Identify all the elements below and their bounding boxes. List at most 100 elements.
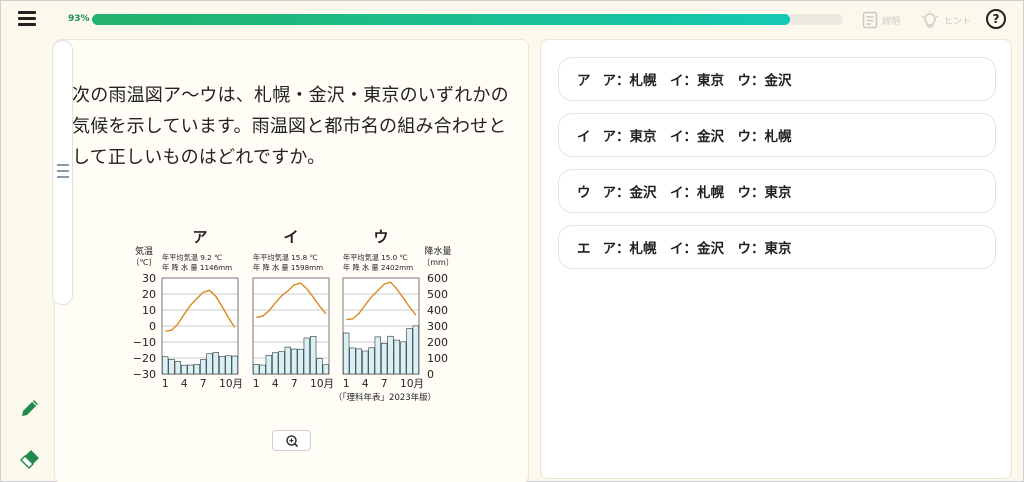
- precip-tick-label: 400: [427, 304, 448, 317]
- menu-icon[interactable]: [18, 11, 38, 27]
- temp-tick-label: −10: [133, 336, 156, 349]
- month-tick-label: 7: [291, 378, 298, 390]
- choice-b[interactable]: イ ア：東京 イ：金沢 ウ：札幌: [558, 113, 996, 157]
- progress-fill: [92, 14, 791, 25]
- precip-bar: [219, 356, 226, 375]
- chart-source: （「理科年表」2023年版）: [334, 392, 436, 403]
- precip-tick-label: 200: [427, 336, 448, 349]
- month-tick-label: 10月: [310, 378, 334, 390]
- precip-bar: [174, 361, 182, 375]
- climate-chart-figure: 気温 〔℃〕 降水量 〔mm〕 30 20 10 0 −10 −20 −30 600 500 400 300…: [130, 224, 460, 408]
- precip-bar: [206, 353, 213, 375]
- chart-caption-temp: 年平均気温 15.8 ℃: [253, 253, 318, 262]
- precip-bar: [355, 348, 362, 375]
- month-tick-label: 10月: [400, 378, 424, 390]
- chart-caption-precip: 年 降 水 量 2402mm: [343, 263, 413, 272]
- eraser-icon[interactable]: [18, 446, 42, 470]
- zoom-button[interactable]: [272, 430, 311, 451]
- temp-axis-title: 気温: [135, 245, 153, 257]
- precip-bar: [265, 354, 272, 375]
- choice-text: ア：札幌 イ：東京 ウ：金沢: [602, 73, 792, 89]
- scroll-grip-icon[interactable]: [57, 164, 69, 182]
- hint-label: ヒント: [944, 16, 972, 27]
- precip-bar: [393, 339, 401, 375]
- chart-title: イ: [283, 228, 298, 246]
- chart-caption-temp: 年平均気温 15.0 ℃: [343, 253, 408, 262]
- climate-charts: 気温〔℃〕降水量〔mm〕3020100−10−20−30600500400300…: [132, 228, 454, 403]
- document-icon: [862, 11, 878, 29]
- precip-bar: [180, 364, 188, 375]
- precip-bar: [412, 325, 420, 375]
- precip-bar: [310, 336, 317, 375]
- precip-bar: [278, 351, 285, 375]
- precip-axis-unit: 〔mm〕: [422, 258, 454, 267]
- precip-bar: [291, 348, 298, 375]
- temp-tick-label: 0: [149, 320, 156, 333]
- precip-bar: [303, 337, 310, 375]
- progress-bar: [92, 14, 843, 25]
- precip-bar: [297, 348, 304, 375]
- precip-bar: [368, 347, 375, 375]
- precip-bar: [193, 364, 201, 375]
- month-tick-label: 4: [362, 378, 369, 390]
- precip-tick-label: 300: [427, 320, 448, 333]
- precip-bar: [168, 358, 175, 375]
- chart-caption-temp: 年平均気温 9.2 ℃: [162, 253, 222, 262]
- month-tick-label: 7: [200, 378, 207, 390]
- explain-label: 説明: [882, 16, 901, 27]
- month-tick-label: 4: [272, 378, 279, 390]
- explain-button[interactable]: 説明: [862, 10, 900, 30]
- precip-bar: [343, 332, 350, 375]
- precip-bar: [212, 352, 220, 375]
- progress-percent: 93%: [68, 14, 90, 24]
- month-tick-label: 7: [381, 378, 388, 390]
- temp-tick-label: −20: [133, 352, 156, 365]
- precip-tick-label: 100: [427, 352, 448, 365]
- precip-axis-title: 降水量: [424, 245, 451, 257]
- lightbulb-icon: [921, 11, 939, 28]
- top-bar: 93% 説明 ヒント ?: [0, 0, 1024, 40]
- choice-a[interactable]: ア ア：札幌 イ：東京 ウ：金沢: [558, 57, 996, 101]
- choice-c[interactable]: ウ ア：金沢 イ：札幌 ウ：東京: [558, 169, 996, 213]
- chart-caption-precip: 年 降 水 量 1598mm: [253, 263, 323, 272]
- choice-text: ア：金沢 イ：札幌 ウ：東京: [602, 185, 792, 201]
- month-tick-label: 10月: [219, 378, 243, 390]
- precip-bar: [387, 335, 394, 375]
- question-circle-icon[interactable]: ?: [986, 9, 1006, 29]
- choice-text: ア：札幌 イ：金沢 ウ：東京: [602, 241, 792, 257]
- choice-label: イ: [577, 129, 591, 145]
- month-tick-label: 1: [162, 378, 169, 390]
- precip-bar: [253, 364, 260, 375]
- chart-title: ア: [192, 228, 207, 246]
- precip-bar: [406, 328, 413, 375]
- hint-button[interactable]: ヒント: [920, 10, 971, 30]
- chart-caption-precip: 年 降 水 量 1146mm: [162, 263, 232, 272]
- precip-bar: [349, 347, 356, 375]
- precip-bar: [272, 352, 279, 375]
- choice-d[interactable]: エ ア：札幌 イ：金沢 ウ：東京: [558, 225, 996, 269]
- temp-tick-label: 10: [142, 304, 156, 317]
- precip-bar: [231, 355, 239, 375]
- temp-tick-label: 20: [142, 288, 156, 301]
- month-tick-label: 1: [253, 378, 260, 390]
- month-tick-label: 1: [343, 378, 350, 390]
- precip-bar: [200, 359, 207, 375]
- precip-tick-label: 500: [427, 288, 448, 301]
- zoom-in-icon: [286, 435, 299, 448]
- precip-bar: [322, 364, 329, 375]
- chart-title: ウ: [373, 228, 388, 246]
- choice-label: ウ: [577, 185, 591, 201]
- precip-bar: [187, 364, 194, 375]
- temp-tick-label: −30: [133, 368, 156, 381]
- precip-bar: [316, 358, 323, 375]
- precip-tick-label: 600: [427, 272, 448, 285]
- precip-bar: [399, 341, 407, 375]
- precip-tick-label: 0: [427, 368, 434, 381]
- precip-bar: [362, 350, 369, 375]
- precip-bar: [374, 336, 381, 375]
- temp-axis-unit: 〔℃〕: [132, 258, 157, 267]
- choice-label: ア: [577, 73, 591, 89]
- choice-label: エ: [577, 241, 591, 257]
- precip-bar: [284, 346, 291, 375]
- pencil-icon[interactable]: [18, 396, 42, 420]
